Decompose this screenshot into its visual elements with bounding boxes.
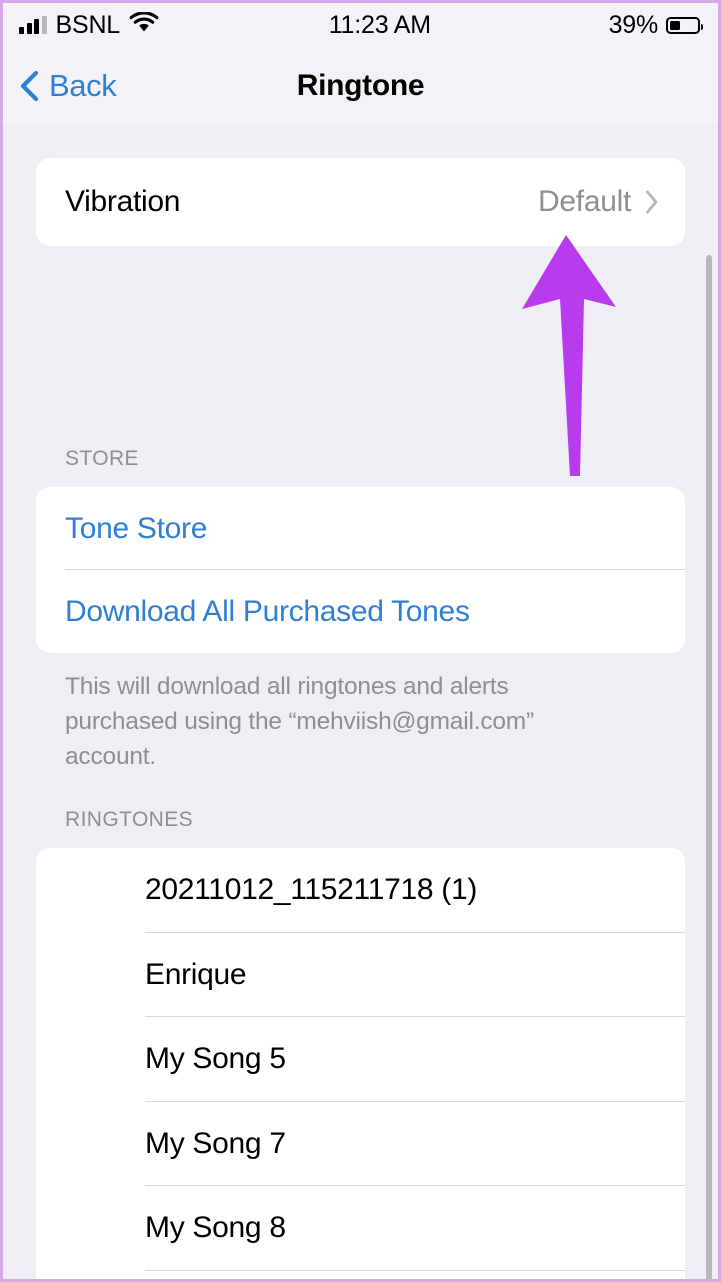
store-section-header: STORE (65, 447, 139, 470)
ringtone-row[interactable]: Enrique (36, 933, 685, 1017)
download-purchased-tones-row[interactable]: Download All Purchased Tones (36, 570, 685, 653)
store-footer-note: This will download all ringtones and ale… (65, 673, 534, 770)
ringtone-label: 20211012_115211718 (1) (145, 873, 478, 907)
ringtone-label: My Song 5 (145, 1042, 286, 1076)
status-bar: BSNL 11:23 AM 39% (3, 3, 718, 47)
vibration-value: Default (538, 185, 631, 218)
ringtone-row[interactable]: Record20220323_061700533 (36, 1271, 685, 1280)
navigation-bar: Back Ringtone (3, 47, 718, 125)
vibration-row-right: Default (538, 185, 659, 219)
ringtone-row[interactable]: My Song 8 (36, 1186, 685, 1271)
store-card: Tone Store Download All Purchased Tones (36, 487, 685, 653)
cellular-signal-icon (19, 16, 47, 34)
ringtone-label: Enrique (145, 957, 247, 991)
vertical-scrollbar[interactable] (706, 255, 712, 1279)
status-bar-right: 39% (608, 10, 703, 40)
phone-screen: BSNL 11:23 AM 39% Back Ringtone Vibratio… (0, 0, 721, 1282)
ringtone-label: My Song 8 (145, 1211, 286, 1245)
status-bar-clock: 11:23 AM (328, 10, 431, 39)
ringtone-row[interactable]: 20211012_115211718 (1) (36, 848, 685, 933)
ringtones-card: 20211012_115211718 (1) Enrique My Song 5… (36, 848, 685, 1280)
vibration-label: Vibration (65, 185, 181, 218)
settings-content: Vibration Default STORE Tone Store Downl… (3, 125, 718, 1279)
battery-icon (666, 16, 703, 34)
ringtones-section-header: RINGTONES (65, 808, 194, 831)
battery-percentage-label: 39% (608, 10, 659, 39)
tone-store-row[interactable]: Tone Store (36, 487, 685, 570)
vibration-row[interactable]: Vibration Default (36, 158, 685, 246)
ringtone-label: My Song 7 (145, 1126, 286, 1160)
page-title: Ringtone (296, 69, 425, 102)
download-purchased-tones-label: Download All Purchased Tones (65, 594, 470, 628)
carrier-label: BSNL (55, 10, 121, 39)
ringtone-row[interactable]: My Song 5 (36, 1017, 685, 1102)
status-bar-left: BSNL (19, 11, 159, 40)
chevron-right-icon (645, 190, 659, 214)
tone-store-label: Tone Store (65, 511, 208, 545)
vibration-card: Vibration Default (36, 158, 685, 246)
ringtone-row[interactable]: My Song 7 (36, 1102, 685, 1186)
